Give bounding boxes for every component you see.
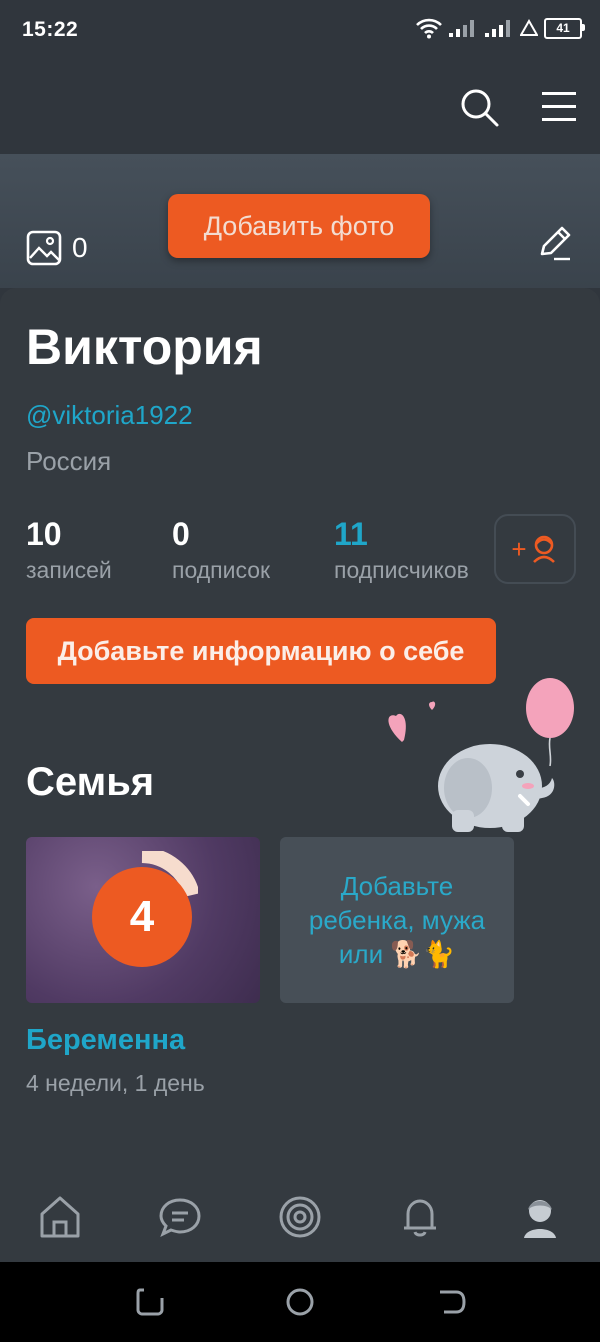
profile-handle[interactable]: @viktoria1922	[26, 400, 193, 431]
menu-icon[interactable]	[540, 88, 578, 124]
profile-name: Виктория	[26, 319, 263, 375]
search-icon[interactable]	[458, 86, 500, 128]
status-bar: 15:22 41	[0, 0, 600, 62]
image-icon	[26, 230, 62, 266]
profile-cover: 0 Добавить фото	[0, 154, 600, 288]
stat-followers[interactable]: 11 подписчиков	[334, 516, 469, 584]
pregnancy-duration: 4 недели, 1 день	[26, 1070, 205, 1096]
photo-count-value: 0	[72, 232, 88, 263]
add-photo-button[interactable]: Добавить фото	[168, 194, 430, 258]
stat-following[interactable]: 0 подписок	[172, 516, 270, 584]
app-bar	[0, 62, 600, 154]
system-navigation	[0, 1262, 600, 1342]
elephant-illustration	[388, 678, 574, 832]
bell-icon[interactable]	[398, 1194, 442, 1240]
family-title: Семья	[26, 760, 155, 804]
status-icons: 41	[416, 17, 585, 39]
wifi-icon	[416, 18, 442, 39]
recent-apps-icon[interactable]	[134, 1286, 166, 1318]
add-info-button[interactable]: Добавьте информацию о себе	[26, 618, 496, 684]
pregnancy-week: 4	[92, 867, 192, 967]
profile-icon[interactable]	[518, 1194, 562, 1240]
pregnancy-label[interactable]: Беременна	[26, 1024, 185, 1057]
profile-country: Россия	[26, 446, 112, 476]
chat-icon[interactable]	[158, 1194, 202, 1240]
photo-count[interactable]: 0	[26, 230, 88, 266]
status-time: 15:22	[22, 18, 79, 41]
target-icon[interactable]	[278, 1194, 322, 1240]
pregnancy-tile[interactable]: 4	[26, 837, 260, 1003]
add-friend-button[interactable]: +	[494, 514, 576, 584]
bottom-navigation	[0, 1176, 600, 1262]
stat-label: подписчиков	[334, 557, 469, 583]
home-icon[interactable]	[38, 1194, 82, 1240]
signal-icon-2	[485, 20, 510, 37]
home-button-icon[interactable]	[284, 1286, 316, 1318]
stat-label: подписок	[172, 557, 271, 583]
signal-icon	[449, 20, 474, 37]
stat-value: 10	[26, 516, 62, 552]
edit-icon[interactable]	[536, 224, 574, 262]
stat-value: 11	[334, 516, 368, 552]
profile-card: Виктория @viktoria1922 Россия 10 записей…	[0, 288, 600, 1188]
add-family-tile[interactable]: Добавьте ребенка, мужа или 🐕🐈	[280, 837, 514, 1003]
user-avatar-icon	[532, 535, 555, 563]
warning-icon	[520, 19, 538, 36]
stat-label: записей	[26, 557, 112, 583]
back-icon[interactable]	[436, 1286, 468, 1318]
stat-posts[interactable]: 10 записей	[26, 516, 112, 584]
plus-sign: +	[511, 533, 527, 564]
stat-value: 0	[172, 516, 190, 552]
add-family-text: Добавьте ребенка, мужа или 🐕🐈	[308, 871, 486, 969]
battery-icon: 41	[544, 17, 585, 39]
